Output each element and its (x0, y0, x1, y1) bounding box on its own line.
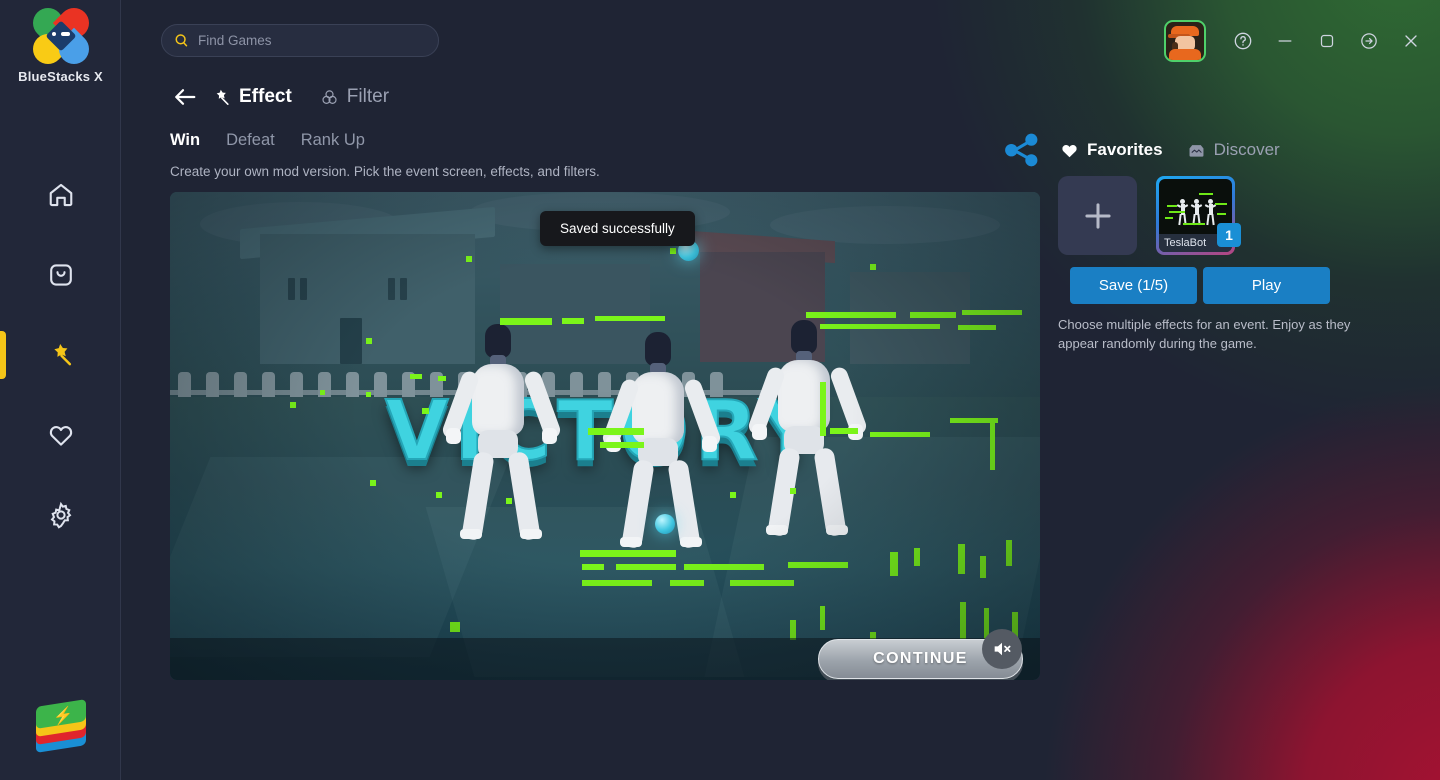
minimize-button[interactable] (1274, 30, 1296, 52)
store-icon (1189, 144, 1204, 157)
mute-button[interactable] (982, 629, 1022, 669)
effect-card-teslabot[interactable]: TeslaBot 1 (1156, 176, 1241, 255)
mode-filter[interactable]: Filter (320, 86, 389, 108)
back-button[interactable] (170, 82, 200, 112)
home-icon (49, 183, 72, 207)
search-icon (175, 34, 188, 47)
sidebar-item-home[interactable] (0, 155, 121, 235)
maximize-square-icon (1320, 34, 1334, 48)
sidebar-item-store[interactable] (0, 235, 121, 315)
toast-notification: Saved successfully (540, 211, 695, 246)
segment-discover-label: Discover (1213, 140, 1280, 159)
exit-button[interactable] (1358, 30, 1380, 52)
window-controls (1164, 20, 1422, 62)
bluestacks-logo-icon (26, 1, 95, 71)
heart-filled-icon (1062, 144, 1077, 157)
effect-preview[interactable]: VICTORY (170, 192, 1040, 680)
event-tabs: Win Defeat Rank Up (170, 131, 365, 150)
effect-cards: TeslaBot 1 (1058, 176, 1241, 255)
effect-card-badge: 1 (1217, 223, 1241, 247)
segment-favorites[interactable]: Favorites (1060, 140, 1163, 160)
save-button[interactable]: Save (1/5) (1070, 267, 1197, 304)
help-button[interactable] (1232, 30, 1254, 52)
mode-effect-label: Effect (239, 86, 292, 107)
tab-rank-up[interactable]: Rank Up (301, 131, 365, 150)
venn-circles-icon (322, 89, 337, 104)
sidebar-item-effects[interactable] (0, 315, 121, 395)
segment-discover[interactable]: Discover (1187, 140, 1280, 160)
speaker-mute-icon (994, 642, 1011, 656)
back-arrow-icon (175, 89, 196, 105)
search-input[interactable] (198, 33, 426, 48)
sidebar-nav (0, 155, 121, 555)
gear-icon (50, 501, 71, 529)
brand: BlueStacks X (0, 1, 121, 84)
maximize-button[interactable] (1316, 30, 1338, 52)
page-subtitle: Create your own mod version. Pick the ev… (170, 164, 600, 179)
arrow-right-circle-icon (1361, 33, 1377, 49)
mode-filter-label: Filter (346, 86, 390, 107)
add-effect-button[interactable] (1058, 176, 1137, 255)
close-x-icon (1405, 35, 1417, 47)
right-panel-header: Favorites Discover (1000, 128, 1304, 172)
sidebar: BlueStacks X ⚡ (0, 0, 121, 780)
sidebar-item-settings[interactable] (0, 475, 121, 555)
minimize-icon (1278, 40, 1292, 42)
user-avatar[interactable] (1164, 20, 1206, 62)
plus-icon (1084, 202, 1111, 229)
magic-wand-icon (216, 89, 229, 105)
brand-name: BlueStacks X (18, 69, 103, 84)
heart-icon (49, 426, 72, 446)
mode-effect[interactable]: Effect (212, 86, 292, 108)
search-bar[interactable] (161, 24, 439, 57)
sidebar-item-favorites[interactable] (0, 395, 121, 475)
segment-favorites-label: Favorites (1087, 140, 1163, 159)
bag-icon (49, 264, 72, 286)
play-button[interactable]: Play (1203, 267, 1330, 304)
question-circle-icon (1234, 32, 1252, 50)
share-icon[interactable] (1000, 128, 1044, 172)
tab-win[interactable]: Win (170, 131, 200, 150)
bluestacks-stack-icon[interactable]: ⚡ (33, 697, 89, 753)
panel-actions: Save (1/5) Play (1070, 267, 1330, 304)
tab-defeat[interactable]: Defeat (226, 131, 275, 150)
panel-hint: Choose multiple effects for an event. En… (1058, 317, 1351, 351)
page-header: Effect Filter (170, 82, 417, 112)
close-button[interactable] (1400, 30, 1422, 52)
magic-wand-icon (53, 344, 71, 366)
